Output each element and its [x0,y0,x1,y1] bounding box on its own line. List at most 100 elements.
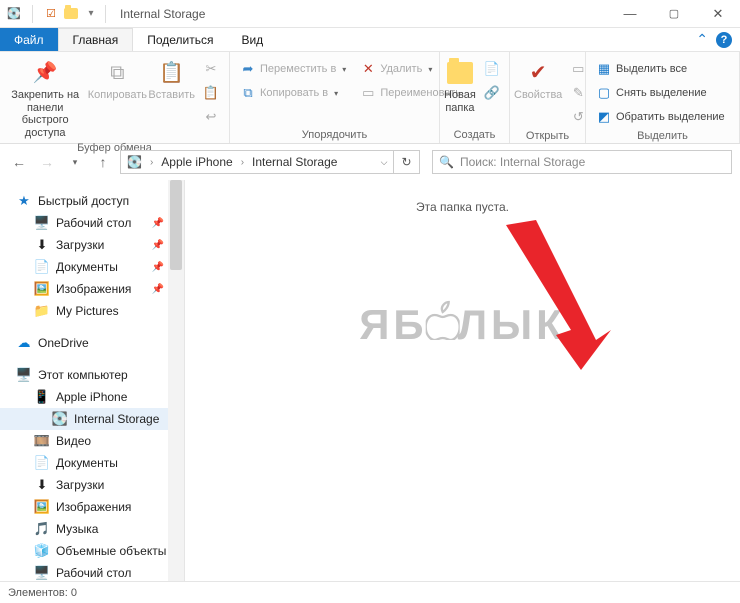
content-pane: Эта папка пуста. ЯБЛЫК [185,180,740,581]
copy-to-button[interactable]: ⧉Копировать в▾ [234,82,352,104]
search-icon: 🔍 [439,155,454,169]
node-icon: 🧊 [34,543,50,559]
tab-home[interactable]: Главная [58,28,134,51]
node-icon: 🖼️ [34,499,50,515]
address-bar[interactable]: 💽 › Apple iPhone › Internal Storage ⌵ [120,150,394,174]
node-icon: ⬇ [34,237,50,253]
refresh-button[interactable]: ↻ [394,150,420,174]
nav-up-button[interactable]: ↑ [92,151,114,173]
node-icon: 📄 [34,259,50,275]
minimize-button[interactable]: — [608,0,652,28]
nav-back-button[interactable]: ← [8,151,30,173]
tree-node-onedrive[interactable]: ☁OneDrive [0,332,184,354]
collapse-ribbon-icon[interactable]: ⌃ [696,31,708,48]
help-icon[interactable]: ? [716,32,732,48]
check-icon: ✔ [525,60,551,86]
nav-forward-button[interactable]: → [36,151,58,173]
node-icon: 📄 [34,455,50,471]
tree-node[interactable]: 🎞️Видео [0,430,184,452]
tree-scrollbar[interactable] [168,180,184,581]
paste-shortcut-button[interactable]: ↩ [197,106,225,128]
tab-share[interactable]: Поделиться [133,28,227,51]
tree-node[interactable]: 📱Apple iPhone [0,386,184,408]
select-none-icon: ▢ [596,85,612,101]
delete-icon: ✕ [360,61,376,77]
move-to-button[interactable]: ➦Переместить в▾ [234,58,352,80]
tree-node[interactable]: 🧊Объемные объекты [0,540,184,562]
annotation-arrow [501,220,611,373]
select-all-button[interactable]: ▦Выделить все [590,58,731,80]
address-dropdown-icon[interactable]: ⌵ [375,157,393,168]
tree-node[interactable]: 🖥️Рабочий стол📌 [0,212,184,234]
tab-view[interactable]: Вид [227,28,277,51]
tree-node[interactable]: 🖥️Рабочий стол [0,562,184,581]
apple-icon [426,300,460,350]
ribbon-tabs: Файл Главная Поделиться Вид ⌃ ? [0,28,740,52]
copyto-icon: ⧉ [240,85,256,101]
pin-icon: 📌 [152,284,164,295]
copy-path-button[interactable]: 📋 [197,82,225,104]
new-folder-button[interactable]: Новая папка [444,54,476,114]
tree-node[interactable]: 🖼️Изображения📌 [0,278,184,300]
status-bar: Элементов: 0 [0,581,740,603]
cut-button[interactable]: ✂ [197,58,225,80]
drive-icon: 💽 [6,6,22,22]
breadcrumb-seg[interactable]: Internal Storage [246,155,343,169]
tree-node[interactable]: 📄Документы📌 [0,256,184,278]
chevron-right-icon[interactable]: › [148,157,155,168]
pin-icon: 📌 [152,240,164,251]
empty-folder-message: Эта папка пуста. [416,200,509,214]
tree-node[interactable]: 💽Internal Storage [0,408,184,430]
new-item-button[interactable]: 📄 [478,58,506,80]
copy-button[interactable]: ⧉ Копировать [88,54,146,102]
rename-icon: ▭ [360,85,376,101]
drive-icon: 💽 [127,155,142,169]
group-open-label: Открыть [514,128,581,144]
newitem-icon: 📄 [484,61,500,77]
tree-node[interactable]: 🖼️Изображения [0,496,184,518]
tree-node[interactable]: 📄Документы [0,452,184,474]
copy-icon: ⧉ [104,60,130,86]
scissors-icon: ✂ [203,61,219,77]
node-icon: 🖼️ [34,281,50,297]
node-icon: 🎞️ [34,433,50,449]
qat-folder-icon[interactable] [63,6,79,22]
nav-recent-button[interactable]: ▾ [64,151,86,173]
node-icon: 💽 [52,411,68,427]
shortcut-icon: ↩ [203,109,219,125]
tree-node[interactable]: 🎵Музыка [0,518,184,540]
status-item-count: Элементов: 0 [8,587,77,599]
tab-file[interactable]: Файл [0,28,58,51]
pin-quick-access-button[interactable]: 📌 Закрепить на панели быстрого доступа [4,54,86,140]
qat-customize-icon[interactable]: ▾ [83,6,99,22]
tree-node[interactable]: ⬇Загрузки📌 [0,234,184,256]
paste-button[interactable]: 📋 Вставить [148,54,195,102]
group-organize-label: Упорядочить [234,127,435,143]
search-input[interactable]: 🔍 Поиск: Internal Storage [432,150,732,174]
node-icon: 📁 [34,303,50,319]
select-none-button[interactable]: ▢Снять выделение [590,82,731,104]
breadcrumb-seg[interactable]: Apple iPhone [155,155,238,169]
properties-button[interactable]: ✔ Свойства [514,54,562,102]
paste-icon: 📋 [159,60,185,86]
easy-access-icon: 🔗 [484,85,500,101]
node-icon: 🎵 [34,521,50,537]
tree-node-quick-access[interactable]: ★Быстрый доступ [0,190,184,212]
close-button[interactable]: ✕ [696,0,740,28]
tree-node-this-pc[interactable]: 🖥️Этот компьютер [0,364,184,386]
edit-icon: ✎ [570,85,586,101]
easy-access-button[interactable]: 🔗 [478,82,506,104]
history-icon: ↺ [570,109,586,125]
invert-selection-button[interactable]: ◩Обратить выделение [590,106,731,128]
ribbon: 📌 Закрепить на панели быстрого доступа ⧉… [0,52,740,144]
move-icon: ➦ [240,61,256,77]
navigation-tree[interactable]: ★Быстрый доступ 🖥️Рабочий стол📌⬇Загрузки… [0,180,185,581]
maximize-button[interactable]: ▢ [652,0,696,28]
qat-checked-icon[interactable]: ☑ [43,6,59,22]
cloud-icon: ☁ [16,335,32,351]
tree-node[interactable]: 📁My Pictures [0,300,184,322]
chevron-right-icon[interactable]: › [239,157,246,168]
node-icon: ⬇ [34,477,50,493]
tree-node[interactable]: ⬇Загрузки [0,474,184,496]
pin-icon: 📌 [32,60,58,86]
